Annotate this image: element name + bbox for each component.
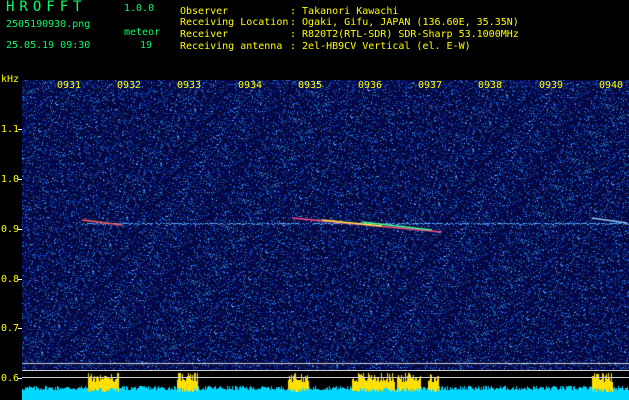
y-tick-mark [18, 129, 22, 130]
x-tick-label: 0938 [478, 80, 503, 91]
y-tick-mark [18, 328, 22, 329]
y-tick-label: 0.6 [1, 373, 20, 384]
y-axis-unit: kHz [1, 74, 20, 85]
x-tick-label: 0937 [418, 80, 443, 91]
spectrogram-canvas [22, 80, 629, 371]
detection-label: meteor [124, 27, 161, 38]
y-tick-label: 0.9 [1, 224, 20, 235]
x-tick-label: 0932 [117, 80, 142, 91]
x-tick-label: 0934 [238, 80, 263, 91]
detection-count: 19 [140, 40, 153, 51]
y-tick-mark [18, 279, 22, 280]
band-divider-line [22, 370, 629, 371]
file-timestamp: 25.05.19 09:30 [6, 40, 91, 51]
header-panel: HROFFT 1.0.0 2505190930.png 25.05.19 09:… [0, 0, 629, 75]
location-value: : Ogaki, Gifu, JAPAN (136.60E, 35.35N) [290, 17, 519, 28]
band-baseline [22, 377, 629, 378]
antenna-value: : 2el-HB9CV Vertical (el. E-W) [290, 41, 471, 52]
app-name: HROFFT [6, 0, 87, 15]
x-tick-label: 0931 [57, 80, 82, 91]
file-name: 2505190930.png [6, 19, 91, 30]
y-tick-label: 1.0 [1, 174, 20, 185]
x-tick-label: 0933 [177, 80, 202, 91]
app-version: 1.0.0 [124, 3, 155, 14]
y-tick-label: 0.7 [1, 323, 20, 334]
y-tick-label: 0.8 [1, 274, 20, 285]
x-tick-label: 0940 [599, 80, 624, 91]
y-tick-label: 1.1 [1, 124, 20, 135]
receiver-label: Receiver [180, 29, 229, 40]
location-label: Receiving Location [180, 17, 289, 28]
x-tick-label: 0939 [539, 80, 564, 91]
receiver-value: : R820T2(RTL-SDR) SDR-Sharp 53.1000MHz [290, 29, 519, 40]
x-tick-label: 0935 [298, 80, 323, 91]
signal-strength-band [22, 371, 629, 400]
x-tick-label: 0936 [358, 80, 383, 91]
y-tick-mark [18, 378, 22, 379]
y-tick-mark [18, 229, 22, 230]
y-tick-mark [18, 179, 22, 180]
antenna-label: Receiving antenna [180, 41, 283, 52]
